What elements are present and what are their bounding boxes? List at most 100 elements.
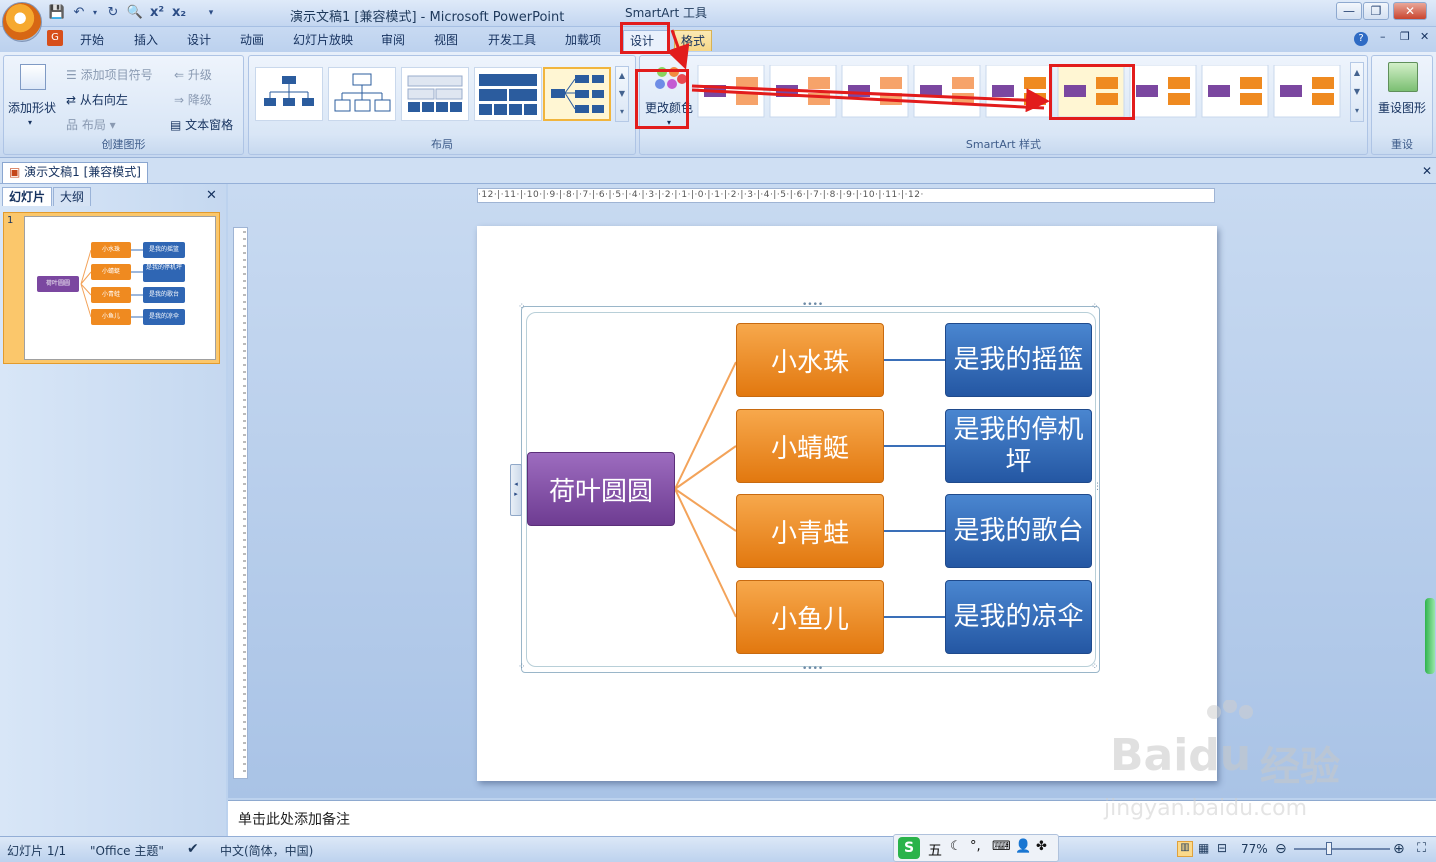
style-thumb[interactable]	[1273, 64, 1341, 118]
save-icon[interactable]: 💾	[48, 5, 66, 21]
close-panel-icon[interactable]: ✕	[206, 188, 217, 203]
add-shape-dropdown-icon[interactable]: ▾	[28, 118, 32, 127]
tab-addins[interactable]: 加载项	[559, 30, 607, 51]
slide-thumbnail[interactable]: 荷叶圆圆 小水珠 小蜻蜓 小青蛙 小鱼儿 是我的摇篮 是我的停机坪 是我的歌台 …	[24, 216, 216, 360]
close-button[interactable]: ✕	[1393, 2, 1427, 20]
doc-minimize-icon[interactable]: –	[1380, 30, 1386, 43]
smartart-leaf-node[interactable]: 是我的凉伞	[945, 580, 1092, 654]
zoom-slider[interactable]	[1294, 848, 1390, 850]
style-thumb[interactable]	[985, 64, 1053, 118]
zoom-slider-thumb[interactable]	[1326, 842, 1332, 855]
add-shape-button[interactable]: 添加形状	[8, 99, 56, 116]
slideshow-view-icon[interactable]: ⊟	[1217, 841, 1227, 855]
slide-sorter-icon[interactable]: ▦	[1198, 841, 1209, 855]
smartart-child-node[interactable]: 小水珠	[736, 323, 884, 397]
resize-handle-bottom-left[interactable]: ⁘	[518, 662, 526, 672]
office-button[interactable]	[2, 2, 42, 42]
tab-insert[interactable]: 插入	[128, 30, 164, 51]
tab-animations[interactable]: 动画	[234, 30, 270, 51]
doc-close-icon[interactable]: ✕	[1420, 30, 1429, 43]
user-icon[interactable]: 👤	[1015, 839, 1031, 854]
fit-to-window-icon[interactable]: ⛶	[1417, 841, 1426, 856]
tab-home[interactable]: 开始	[74, 30, 110, 51]
superscript-icon[interactable]: x²	[148, 5, 166, 21]
tab-smartart-format[interactable]: 格式	[674, 30, 713, 51]
slides-panel: 幻灯片 大纲 ✕ 1 荷叶圆圆 小水珠 小蜻蜓 小青蛙 小鱼儿 是我的摇篮 是我…	[0, 184, 226, 836]
half-width-icon[interactable]: ☾	[950, 839, 962, 854]
style-thumb[interactable]	[697, 64, 765, 118]
smartart-leaf-node[interactable]: 是我的停机坪	[945, 409, 1092, 483]
smartart-child-node[interactable]: 小蜻蜓	[736, 409, 884, 483]
punctuation-icon[interactable]: °,	[970, 839, 981, 854]
maximize-button[interactable]: ❐	[1363, 2, 1389, 20]
smartart-child-node[interactable]: 小青蛙	[736, 494, 884, 568]
zoom-in-icon[interactable]: ⊕	[1393, 841, 1405, 857]
style-thumb[interactable]	[769, 64, 837, 118]
status-theme[interactable]: "Office 主题"	[90, 842, 164, 859]
print-preview-icon[interactable]: 🔍	[126, 5, 144, 21]
layout-option-table-hierarchy[interactable]	[401, 67, 469, 121]
slide-thumbnail-selected[interactable]: 1 荷叶圆圆 小水珠 小蜻蜓 小青蛙 小鱼儿 是我的摇篮 是我的停机坪 是我的歌…	[3, 212, 220, 364]
undo-dropdown-icon[interactable]: ▾	[86, 5, 104, 21]
reset-graphic-button[interactable]: 重设图形	[1378, 99, 1426, 116]
layout-label: 布局	[81, 118, 106, 132]
style-thumb[interactable]	[913, 64, 981, 118]
resize-handle-top[interactable]: ••••	[802, 300, 823, 310]
thumb-leaf-node: 是我的摇篮	[143, 242, 185, 258]
normal-view-icon[interactable]: ▥	[1177, 841, 1193, 857]
tab-review[interactable]: 审阅	[375, 30, 411, 51]
style-thumb[interactable]	[1201, 64, 1269, 118]
zoom-out-icon[interactable]: ⊖	[1275, 841, 1287, 857]
layout-option-labeled-hierarchy[interactable]	[328, 67, 396, 121]
zoom-level[interactable]: 77%	[1241, 842, 1268, 856]
ime-mode[interactable]: 五	[928, 840, 942, 860]
document-tab[interactable]: ▣ 演示文稿1 [兼容模式]	[2, 162, 148, 183]
add-shape-icon[interactable]	[20, 64, 46, 90]
toolbox-icon[interactable]: ✤	[1036, 839, 1047, 854]
layout-option-block-hierarchy[interactable]	[474, 67, 542, 121]
tab-slides[interactable]: 幻灯片	[2, 187, 53, 206]
sogou-ime-icon[interactable]: S	[898, 837, 920, 859]
customize-qat-icon[interactable]: ▾	[202, 5, 220, 21]
doc-restore-icon[interactable]: ❐	[1400, 30, 1410, 43]
redo-icon[interactable]: ↻	[104, 5, 122, 21]
baidu-jingyan-watermark: Baidu 经验 jingyan.baidu.com	[1100, 700, 1400, 830]
help-icon[interactable]: ?	[1354, 32, 1368, 46]
tab-view[interactable]: 视图	[428, 30, 464, 51]
smartart-leaf-node[interactable]: 是我的摇篮	[945, 323, 1092, 397]
right-to-left-button[interactable]: ⇄ 从右向左	[66, 91, 128, 108]
style-thumb[interactable]	[1129, 64, 1197, 118]
layout-option-hierarchy[interactable]	[255, 67, 323, 121]
resize-handle-bottom[interactable]: ••••	[802, 664, 823, 674]
resize-handle-top-left[interactable]: ⁘	[518, 302, 526, 312]
layout-dropdown-button: 品 布局 ▾	[66, 118, 116, 132]
tab-outline[interactable]: 大纲	[53, 187, 92, 206]
smartart-child-node[interactable]: 小鱼儿	[736, 580, 884, 654]
spell-check-icon[interactable]: ✔	[187, 841, 199, 857]
subscript-icon[interactable]: x₂	[170, 5, 188, 21]
thumb-child-node: 小蜻蜓	[91, 264, 131, 280]
keyboard-icon[interactable]: ⌨	[992, 839, 1011, 854]
status-language[interactable]: 中文(简体，中国)	[220, 842, 313, 859]
resize-handle-bottom-right[interactable]: ⁘	[1091, 662, 1099, 672]
style-gallery-thumbs[interactable]	[694, 64, 1354, 123]
layout-option-horizontal-hierarchy[interactable]	[543, 67, 611, 121]
close-document-icon[interactable]: ✕	[1422, 164, 1432, 178]
resize-handle-right[interactable]: ⋮	[1093, 482, 1102, 492]
text-pane-button[interactable]: ▤ 文本窗格	[170, 116, 233, 133]
notes-placeholder: 单击此处添加备注	[238, 812, 350, 828]
vertical-scrollbar-thumb[interactable]	[1425, 598, 1435, 674]
reset-graphic-icon[interactable]	[1388, 62, 1418, 92]
layout-gallery-scroll[interactable]: ▲ ▼ ▾	[615, 66, 629, 122]
smartart-leaf-node[interactable]: 是我的歌台	[945, 494, 1092, 568]
tab-design-main[interactable]: 设计	[181, 30, 217, 51]
smartart-root-node[interactable]: 荷叶圆圆	[527, 452, 675, 526]
style-gallery-scroll[interactable]: ▲ ▼ ▾	[1350, 62, 1364, 122]
highlight-selected-style	[1049, 64, 1135, 120]
minimize-button[interactable]: —	[1336, 2, 1362, 20]
style-thumb[interactable]	[841, 64, 909, 118]
tab-developer[interactable]: 开发工具	[482, 30, 542, 51]
text-pane-toggle[interactable]: ◂ ▸	[510, 464, 522, 516]
resize-handle-top-right[interactable]: ⁘	[1091, 302, 1099, 312]
tab-slideshow[interactable]: 幻灯片放映	[287, 30, 359, 51]
